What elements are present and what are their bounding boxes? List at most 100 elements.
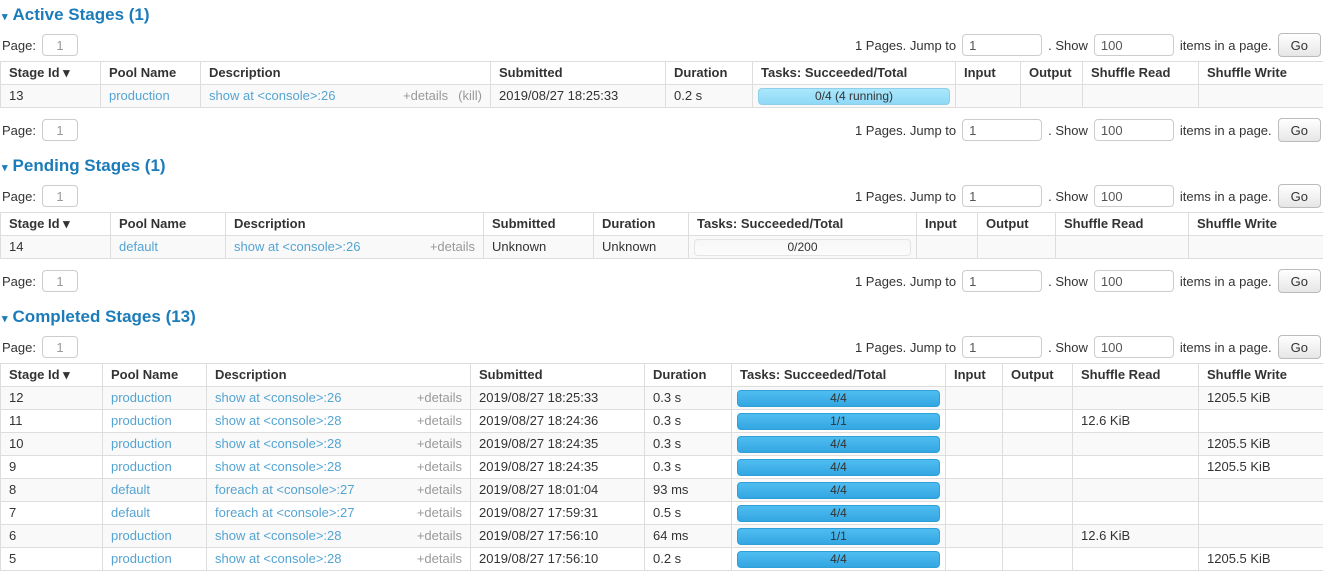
column-header-shuffle-read[interactable]: Shuffle Read <box>1056 213 1189 236</box>
column-header-tasks[interactable]: Tasks: Succeeded/Total <box>732 364 946 387</box>
stage-description-link[interactable]: show at <console>:28 <box>215 459 341 475</box>
pages-count-text: 1 Pages. Jump to <box>855 123 956 138</box>
page-number-input[interactable] <box>42 34 78 56</box>
items-per-page-input[interactable] <box>1094 34 1174 56</box>
section-title-pending-stages[interactable]: ▾ Pending Stages (1) <box>2 156 1323 176</box>
column-header-shuffle-read[interactable]: Shuffle Read <box>1073 364 1199 387</box>
go-button[interactable]: Go <box>1278 118 1321 142</box>
column-header-shuffle-write[interactable]: Shuffle Write <box>1199 62 1323 85</box>
column-header-input[interactable]: Input <box>946 364 1003 387</box>
column-header-shuffle-write[interactable]: Shuffle Write <box>1199 364 1323 387</box>
details-toggle[interactable]: +details <box>403 88 448 104</box>
items-per-page-input[interactable] <box>1094 270 1174 292</box>
table-row: 14 default show at <console>:26 +details… <box>1 236 1323 259</box>
stage-description-link[interactable]: show at <console>:26 <box>234 239 360 255</box>
stage-description-link[interactable]: show at <console>:28 <box>215 551 341 567</box>
column-header-shuffle-write[interactable]: Shuffle Write <box>1189 213 1323 236</box>
jump-to-page-input[interactable] <box>962 270 1042 292</box>
column-header-submitted[interactable]: Submitted <box>491 62 666 85</box>
duration-cell: 0.2 s <box>645 548 732 571</box>
pool-name-link[interactable]: production <box>111 413 172 428</box>
column-header-submitted[interactable]: Submitted <box>471 364 645 387</box>
column-header-pool-name[interactable]: Pool Name <box>111 213 226 236</box>
jump-to-page-input[interactable] <box>962 185 1042 207</box>
go-button[interactable]: Go <box>1278 335 1321 359</box>
column-header-shuffle-read[interactable]: Shuffle Read <box>1083 62 1199 85</box>
details-toggle[interactable]: +details <box>417 436 462 452</box>
output-cell <box>1021 85 1083 108</box>
task-progress-label: 1/1 <box>830 529 847 543</box>
column-header-duration[interactable]: Duration <box>645 364 732 387</box>
pool-name-link[interactable]: production <box>111 551 172 566</box>
submitted-cell: 2019/08/27 17:56:10 <box>471 548 645 571</box>
pagination-pending-top: Page: 1 Pages. Jump to . Show items in a… <box>0 180 1323 212</box>
column-header-duration[interactable]: Duration <box>594 213 689 236</box>
column-header-tasks[interactable]: Tasks: Succeeded/Total <box>753 62 956 85</box>
shuffle-read-cell <box>1073 502 1199 525</box>
stage-description-link[interactable]: show at <console>:28 <box>215 436 341 452</box>
column-header-stage-id[interactable]: Stage Id ▾ <box>1 213 111 236</box>
column-header-pool-name[interactable]: Pool Name <box>101 62 201 85</box>
jump-to-page-input[interactable] <box>962 119 1042 141</box>
page-number-input[interactable] <box>42 185 78 207</box>
section-title-completed-stages[interactable]: ▾ Completed Stages (13) <box>2 307 1323 327</box>
stage-description-link[interactable]: show at <console>:28 <box>215 413 341 429</box>
page-number-input[interactable] <box>42 119 78 141</box>
kill-link[interactable]: (kill) <box>458 88 482 104</box>
column-header-duration[interactable]: Duration <box>666 62 753 85</box>
items-per-page-input[interactable] <box>1094 119 1174 141</box>
items-per-page-input[interactable] <box>1094 336 1174 358</box>
details-toggle[interactable]: +details <box>417 459 462 475</box>
go-button[interactable]: Go <box>1278 33 1321 57</box>
pool-name-link[interactable]: production <box>111 390 172 405</box>
pool-name-link[interactable]: production <box>111 459 172 474</box>
pool-name-link[interactable]: default <box>119 239 158 254</box>
pool-name-link[interactable]: production <box>109 88 170 103</box>
stage-id-cell: 9 <box>1 456 103 479</box>
column-header-output[interactable]: Output <box>1003 364 1073 387</box>
stage-description-link[interactable]: show at <console>:28 <box>215 528 341 544</box>
duration-cell: Unknown <box>594 236 689 259</box>
task-progress-bar: 1/1 <box>737 413 940 430</box>
input-cell <box>946 548 1003 571</box>
details-toggle[interactable]: +details <box>417 413 462 429</box>
pool-name-link[interactable]: default <box>111 482 150 497</box>
pool-name-link[interactable]: production <box>111 436 172 451</box>
column-header-description[interactable]: Description <box>201 62 491 85</box>
section-title-active-stages[interactable]: ▾ Active Stages (1) <box>2 5 1323 25</box>
details-toggle[interactable]: +details <box>417 482 462 498</box>
details-toggle[interactable]: +details <box>417 528 462 544</box>
shuffle-write-cell <box>1199 479 1323 502</box>
section-title-label: Pending Stages (1) <box>13 156 166 176</box>
go-button[interactable]: Go <box>1278 184 1321 208</box>
table-row: 13 production show at <console>:26 +deta… <box>1 85 1323 108</box>
details-toggle[interactable]: +details <box>430 239 475 255</box>
column-header-description[interactable]: Description <box>226 213 484 236</box>
column-header-pool-name[interactable]: Pool Name <box>103 364 207 387</box>
column-header-tasks[interactable]: Tasks: Succeeded/Total <box>689 213 917 236</box>
stage-description-link[interactable]: foreach at <console>:27 <box>215 505 355 521</box>
column-header-stage-id[interactable]: Stage Id ▾ <box>1 62 101 85</box>
details-toggle[interactable]: +details <box>417 551 462 567</box>
jump-to-page-input[interactable] <box>962 336 1042 358</box>
items-per-page-input[interactable] <box>1094 185 1174 207</box>
stage-description-link[interactable]: show at <console>:26 <box>215 390 341 406</box>
page-label: Page: <box>2 340 36 355</box>
column-header-description[interactable]: Description <box>207 364 471 387</box>
details-toggle[interactable]: +details <box>417 505 462 521</box>
details-toggle[interactable]: +details <box>417 390 462 406</box>
page-number-input[interactable] <box>42 336 78 358</box>
column-header-output[interactable]: Output <box>1021 62 1083 85</box>
column-header-stage-id[interactable]: Stage Id ▾ <box>1 364 103 387</box>
go-button[interactable]: Go <box>1278 269 1321 293</box>
pool-name-link[interactable]: production <box>111 528 172 543</box>
pool-name-link[interactable]: default <box>111 505 150 520</box>
column-header-submitted[interactable]: Submitted <box>484 213 594 236</box>
page-number-input[interactable] <box>42 270 78 292</box>
column-header-input[interactable]: Input <box>917 213 978 236</box>
stage-description-link[interactable]: foreach at <console>:27 <box>215 482 355 498</box>
stage-description-link[interactable]: show at <console>:26 <box>209 88 335 104</box>
column-header-input[interactable]: Input <box>956 62 1021 85</box>
column-header-output[interactable]: Output <box>978 213 1056 236</box>
jump-to-page-input[interactable] <box>962 34 1042 56</box>
